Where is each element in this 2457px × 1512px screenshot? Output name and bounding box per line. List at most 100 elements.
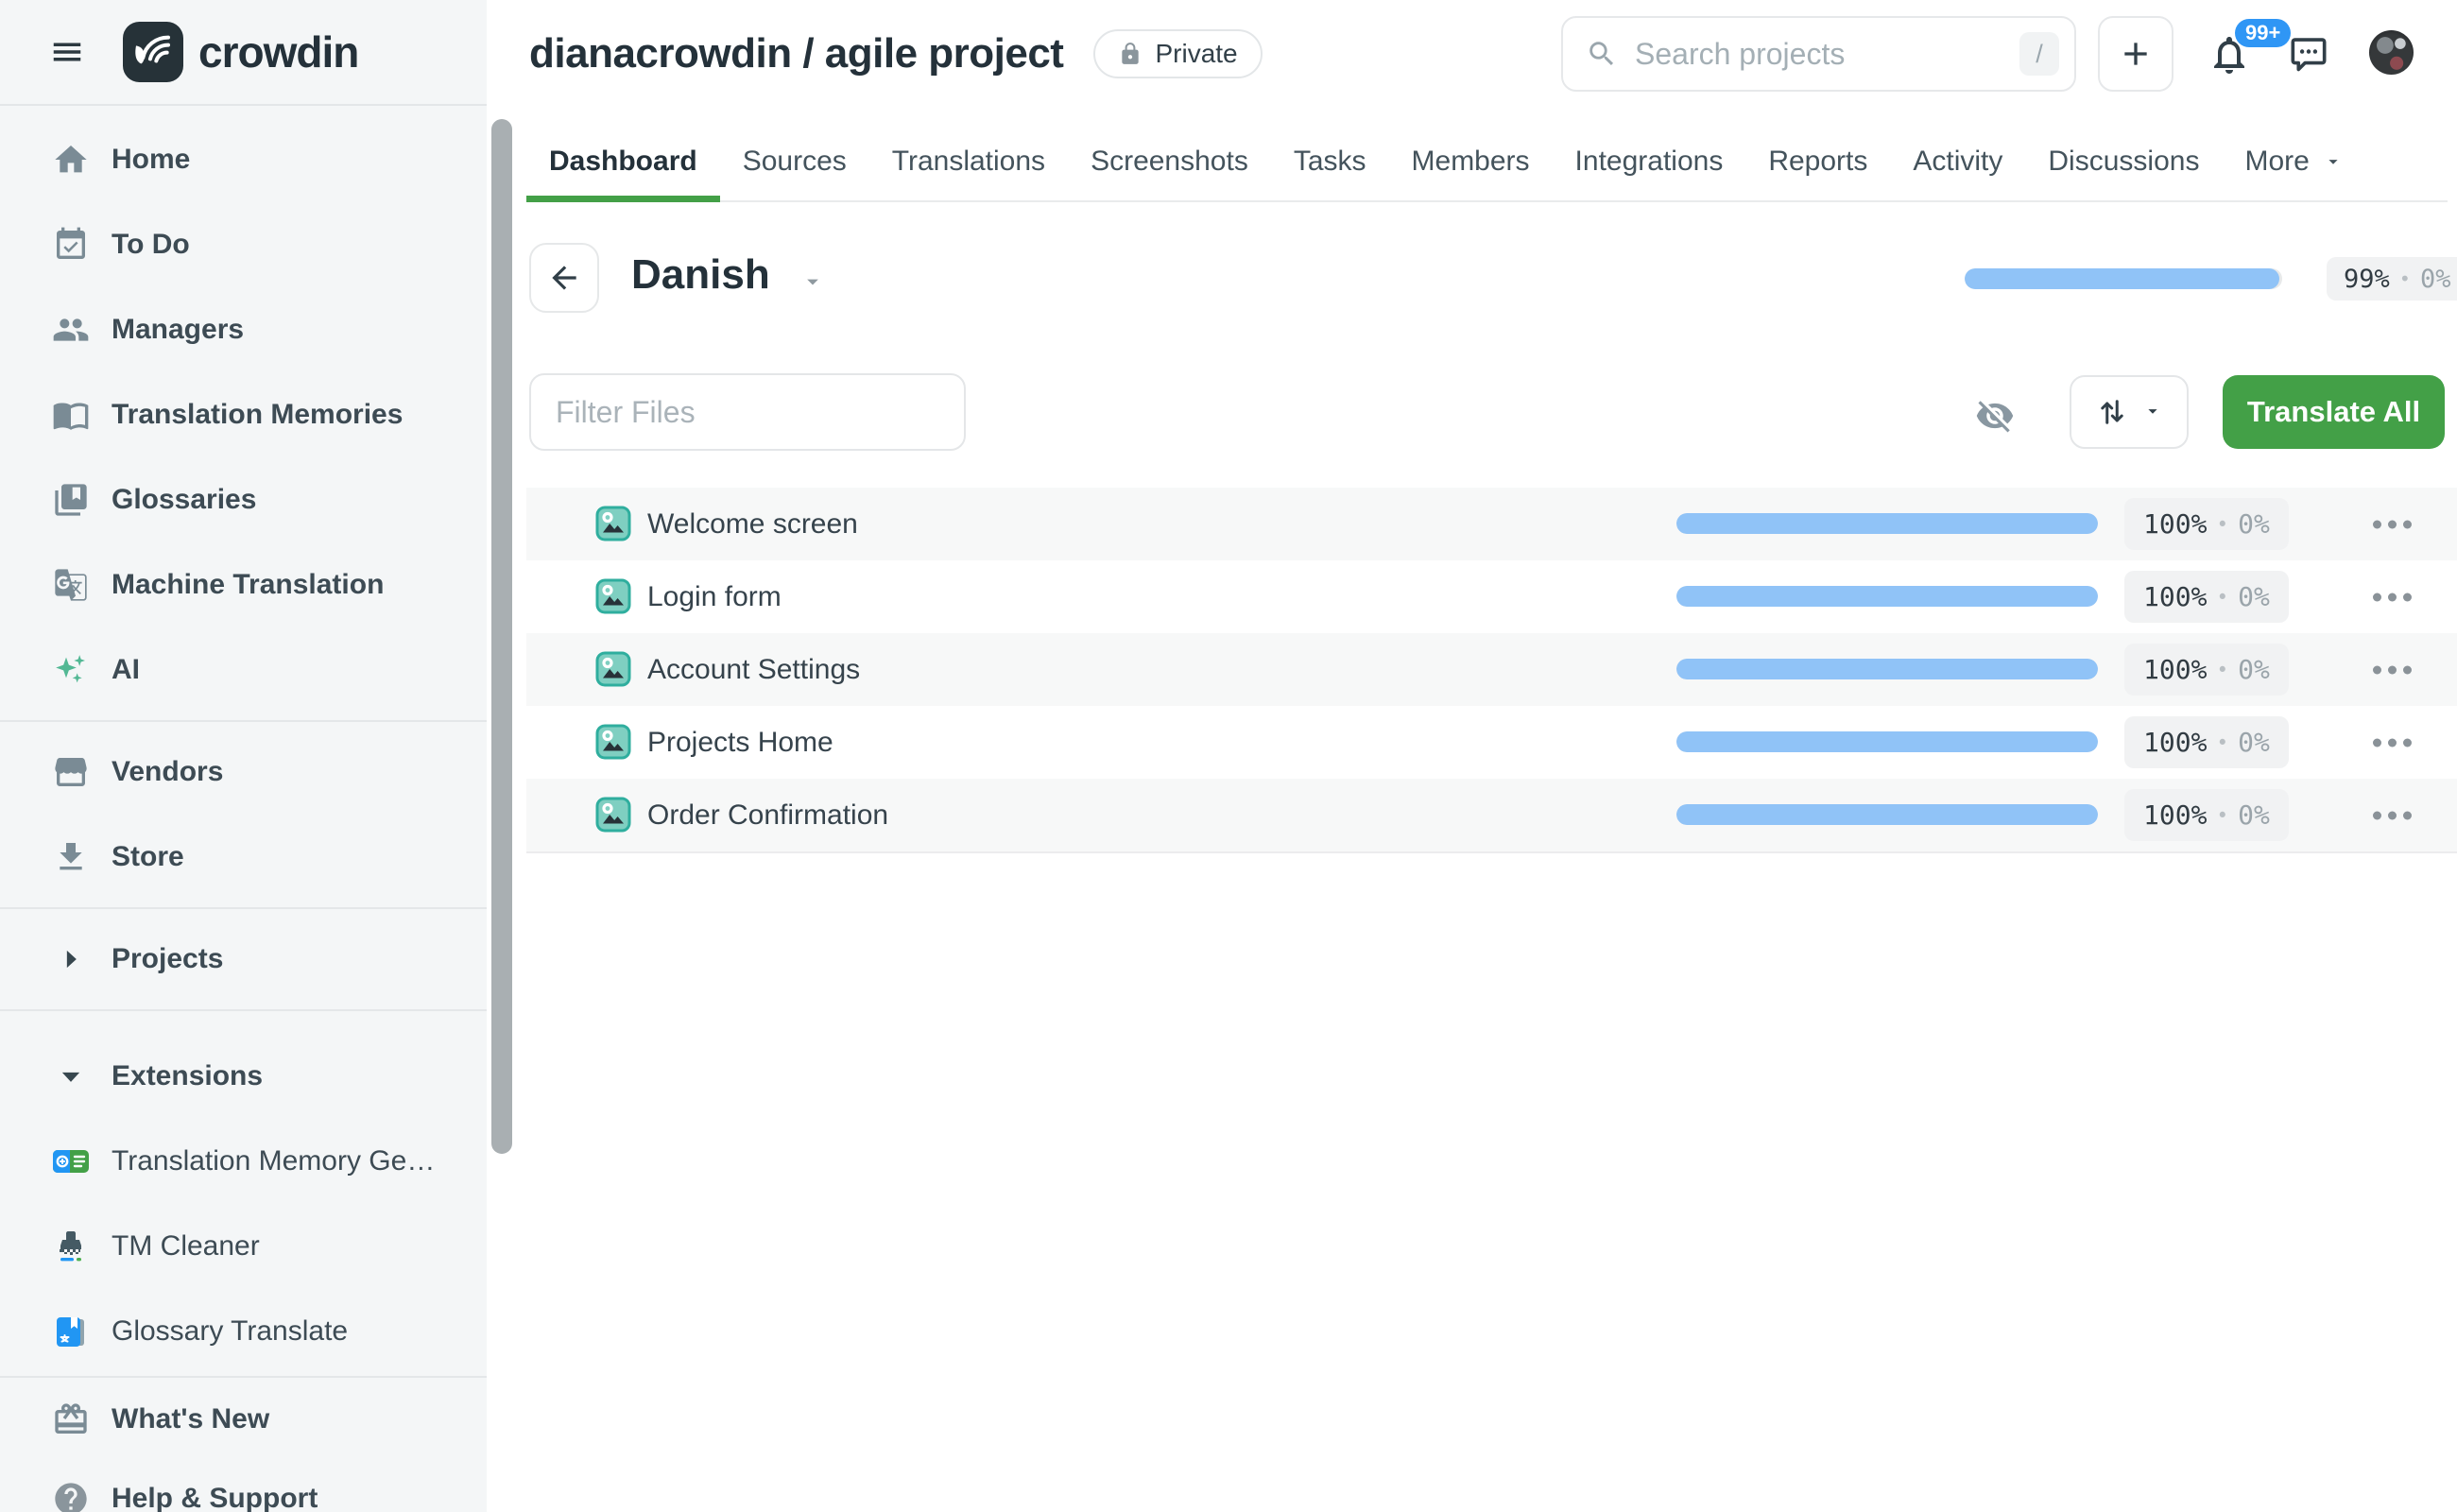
sidebar-extensions-group: Extensions Translation Memory Gene… TM C… bbox=[0, 1019, 487, 1374]
filter-files-input[interactable] bbox=[529, 373, 966, 451]
user-avatar[interactable] bbox=[2369, 30, 2414, 75]
file-name[interactable]: Login form bbox=[647, 581, 782, 613]
tab-label: Dashboard bbox=[549, 146, 697, 178]
percent-separator: • bbox=[2399, 267, 2411, 290]
file-name[interactable]: Projects Home bbox=[647, 727, 833, 759]
file-kebab-menu[interactable] bbox=[2369, 510, 2415, 538]
sidebar-item-glossary-translate[interactable]: Glossary Translate bbox=[0, 1289, 487, 1374]
percent-separator: • bbox=[2216, 804, 2228, 827]
gift-icon bbox=[51, 1400, 91, 1439]
ai-sparkles-icon bbox=[51, 650, 91, 690]
file-row-order-confirmation[interactable]: Order Confirmation 100% • 0% bbox=[526, 779, 2457, 851]
messages-button[interactable] bbox=[2287, 32, 2332, 77]
tab-tasks[interactable]: Tasks bbox=[1271, 123, 1389, 200]
machine-translation-icon bbox=[51, 565, 91, 605]
tab-activity[interactable]: Activity bbox=[1890, 123, 2025, 200]
sidebar-item-help-support[interactable]: Help & Support bbox=[0, 1459, 487, 1512]
crowdin-logo[interactable]: crowdin bbox=[123, 22, 358, 82]
sidebar-item-ai[interactable]: AI bbox=[0, 627, 487, 713]
chevron-down-icon bbox=[2323, 151, 2344, 172]
chevron-down-icon bbox=[51, 1057, 91, 1096]
tab-label: Discussions bbox=[2048, 146, 2199, 178]
file-name[interactable]: Order Confirmation bbox=[647, 799, 888, 832]
translated-percent: 100% bbox=[2143, 508, 2207, 540]
tab-members[interactable]: Members bbox=[1389, 123, 1553, 200]
tab-discussions[interactable]: Discussions bbox=[2025, 123, 2222, 200]
sidebar-item-whats-new[interactable]: What's New bbox=[0, 1380, 487, 1459]
notifications-button[interactable]: 99+ bbox=[2203, 23, 2275, 94]
todo-calendar-icon bbox=[51, 225, 91, 265]
file-name[interactable]: Account Settings bbox=[647, 654, 860, 686]
tab-screenshots[interactable]: Screenshots bbox=[1068, 123, 1271, 200]
file-row-projects-home[interactable]: Projects Home 100% • 0% bbox=[526, 706, 2457, 779]
tab-more[interactable]: More bbox=[2222, 123, 2365, 200]
sidebar-item-translation-memories[interactable]: Translation Memories bbox=[0, 372, 487, 457]
sort-arrows-icon bbox=[2095, 395, 2129, 429]
lock-icon bbox=[1118, 42, 1143, 66]
sidebar-divider bbox=[0, 1009, 487, 1011]
back-button[interactable] bbox=[529, 243, 599, 313]
sidebar-item-glossaries[interactable]: Glossaries bbox=[0, 457, 487, 542]
crowdin-app: crowdin Home To Do Managers Translation … bbox=[0, 0, 2457, 1512]
hamburger-menu-icon[interactable] bbox=[49, 34, 85, 70]
file-kebab-menu[interactable] bbox=[2369, 656, 2415, 683]
sidebar-item-managers[interactable]: Managers bbox=[0, 287, 487, 372]
eye-off-icon bbox=[1972, 396, 2018, 436]
sidebar-item-tm-cleaner[interactable]: TM Cleaner bbox=[0, 1204, 487, 1289]
tab-label: Translations bbox=[892, 146, 1045, 178]
sidebar-item-tm-generator[interactable]: Translation Memory Gene… bbox=[0, 1119, 487, 1204]
sidebar-item-label: Projects bbox=[112, 943, 223, 975]
sidebar-item-label: Extensions bbox=[112, 1060, 263, 1092]
tab-label: Reports bbox=[1768, 146, 1867, 178]
language-name[interactable]: Danish bbox=[631, 251, 770, 299]
chevron-right-icon bbox=[51, 939, 91, 979]
percent-separator: • bbox=[2216, 513, 2228, 536]
file-kebab-menu[interactable] bbox=[2369, 801, 2415, 829]
file-row-login-form[interactable]: Login form 100% • 0% bbox=[526, 560, 2457, 633]
crowdin-logo-icon bbox=[123, 22, 183, 82]
sidebar-divider bbox=[0, 907, 487, 909]
tab-reports[interactable]: Reports bbox=[1745, 123, 1890, 200]
tab-integrations[interactable]: Integrations bbox=[1553, 123, 1746, 200]
file-progress-fill bbox=[1676, 513, 2098, 534]
create-project-button[interactable] bbox=[2098, 16, 2174, 92]
sidebar-item-machine-translation[interactable]: Machine Translation bbox=[0, 542, 487, 627]
tab-sources[interactable]: Sources bbox=[720, 123, 869, 200]
search-box: / bbox=[1561, 16, 2076, 92]
file-progress-bar bbox=[1676, 731, 2098, 752]
search-shortcut-key: / bbox=[2019, 32, 2059, 76]
file-progress-badge: 100% • 0% bbox=[2124, 498, 2289, 550]
file-row-account-settings[interactable]: Account Settings 100% • 0% bbox=[526, 633, 2457, 706]
chevron-down-icon bbox=[2142, 401, 2163, 424]
image-file-icon bbox=[595, 578, 631, 614]
file-progress-bar bbox=[1676, 804, 2098, 825]
file-progress-badge: 100% • 0% bbox=[2124, 644, 2289, 696]
file-row-welcome-screen[interactable]: Welcome screen 100% • 0% bbox=[526, 488, 2457, 560]
sidebar-item-store[interactable]: Store bbox=[0, 815, 487, 900]
file-kebab-menu[interactable] bbox=[2369, 729, 2415, 756]
sidebar-item-projects[interactable]: Projects bbox=[0, 917, 487, 1002]
sidebar-item-label: Machine Translation bbox=[112, 569, 384, 601]
language-dropdown-caret[interactable] bbox=[799, 268, 826, 300]
tm-cleaner-brush-icon bbox=[51, 1227, 91, 1266]
sort-button[interactable] bbox=[2070, 375, 2189, 449]
sidebar-item-todo[interactable]: To Do bbox=[0, 202, 487, 287]
project-header: dianacrowdin / agile project Private bbox=[529, 21, 1263, 87]
sidebar-item-vendors[interactable]: Vendors bbox=[0, 730, 487, 815]
search-input[interactable] bbox=[1618, 37, 2019, 72]
file-name[interactable]: Welcome screen bbox=[647, 508, 858, 541]
sidebar-item-extensions[interactable]: Extensions bbox=[0, 1034, 487, 1119]
project-tabs: Dashboard Sources Translations Screensho… bbox=[526, 123, 2448, 202]
privacy-badge-label: Private bbox=[1155, 39, 1237, 69]
file-kebab-menu[interactable] bbox=[2369, 583, 2415, 610]
sidebar-item-label: AI bbox=[112, 654, 140, 686]
tm-generator-icon bbox=[51, 1142, 91, 1181]
crowdin-wordmark: crowdin bbox=[198, 26, 358, 77]
translate-all-button[interactable]: Translate All bbox=[2223, 375, 2445, 449]
tab-translations[interactable]: Translations bbox=[869, 123, 1068, 200]
tab-dashboard[interactable]: Dashboard bbox=[526, 123, 720, 200]
file-progress-bar bbox=[1676, 659, 2098, 679]
hide-completed-toggle[interactable] bbox=[1971, 396, 2019, 438]
sidebar-scrollbar-thumb[interactable] bbox=[491, 119, 512, 1154]
sidebar-item-home[interactable]: Home bbox=[0, 117, 487, 202]
